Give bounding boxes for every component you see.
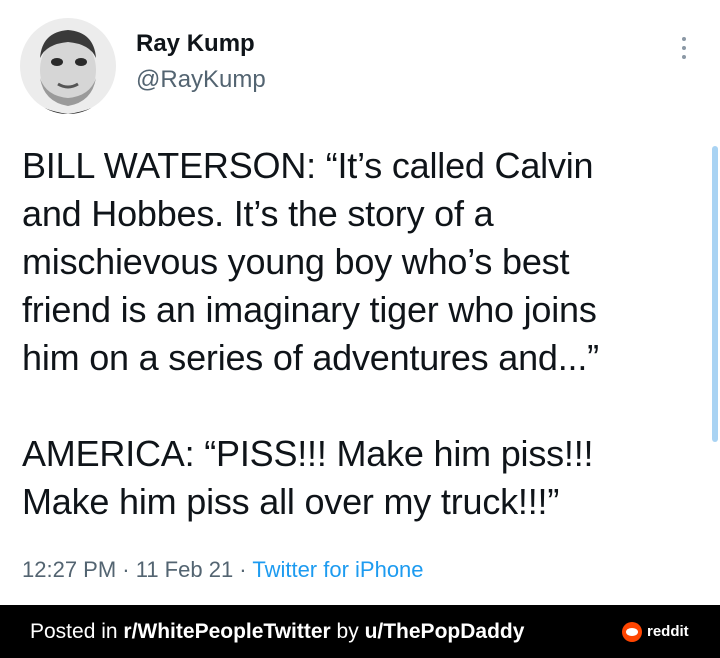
tweet-paragraph: AMERICA: “PISS!!! Make him piss!!! Make … [22,433,594,522]
tweet-paragraph: BILL WATERSON: “It’s called Calvin and H… [22,145,599,378]
tweet-meta: 12:27 PM · 11 Feb 21 · Twitter for iPhon… [22,556,424,584]
scroll-indicator [712,146,718,442]
tweet-text: BILL WATERSON: “It’s called Calvin and H… [22,142,702,526]
tweet-date[interactable]: 11 Feb 21 [136,557,233,582]
author-display-name[interactable]: Ray Kump [136,30,266,58]
more-dot [682,37,686,41]
by-label: by [330,620,365,643]
subreddit-link[interactable]: r/WhitePeopleTwitter [123,620,330,643]
more-dot [682,46,686,50]
tweet-card: Ray Kump @RayKump BILL WATERSON: “It’s c… [0,0,720,605]
meta-separator: · [116,557,136,582]
reddit-logo-icon [622,622,642,642]
user-link[interactable]: u/ThePopDaddy [365,620,525,643]
author-info: Ray Kump @RayKump [136,30,266,94]
posted-in-label: Posted in [30,620,124,643]
author-avatar[interactable] [20,18,116,114]
reddit-footer: Posted in r/WhitePeopleTwitter by u/TheP… [0,605,720,658]
avatar-photo-icon [20,18,116,114]
author-handle[interactable]: @RayKump [136,66,266,94]
more-dot [682,55,686,59]
reddit-badge[interactable]: reddit [622,622,689,642]
meta-separator: · [233,557,253,582]
tweet-source-link[interactable]: Twitter for iPhone [252,557,423,582]
reddit-wordmark: reddit [647,623,689,640]
tweet-time[interactable]: 12:27 PM [22,557,116,582]
posted-in-text: Posted in r/WhitePeopleTwitter by u/TheP… [30,619,524,645]
more-options-icon[interactable] [674,30,694,66]
